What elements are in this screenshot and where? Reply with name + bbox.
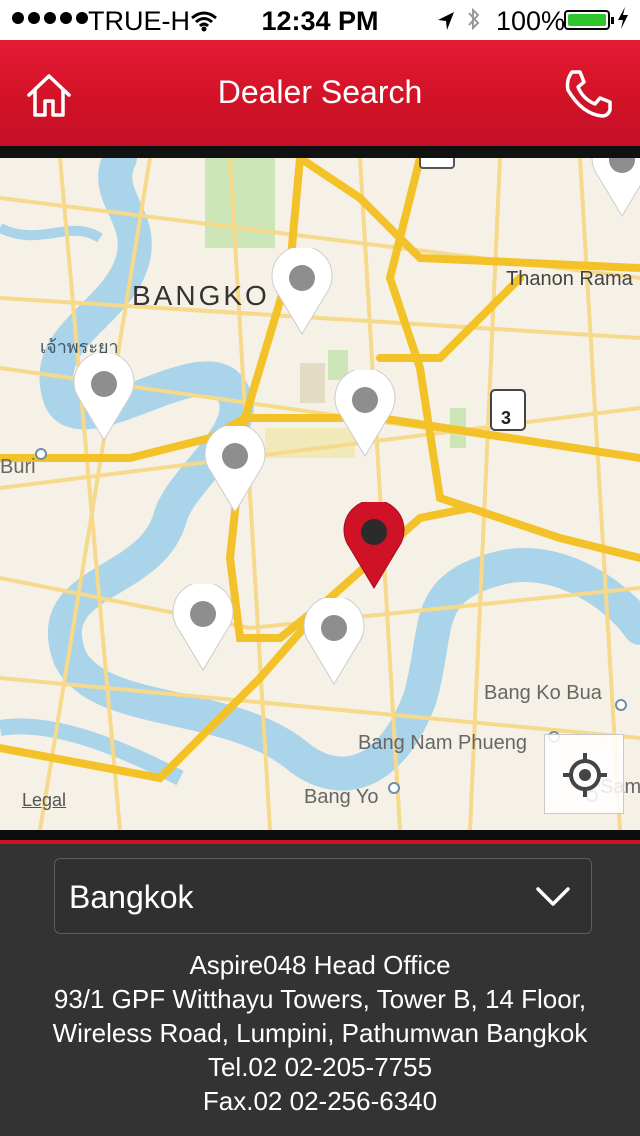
status-bar: TRUE-H 12:34 PM 100% bbox=[0, 0, 640, 40]
dealer-pin[interactable] bbox=[203, 423, 267, 516]
locate-me-button[interactable] bbox=[544, 734, 624, 814]
dealer-pin[interactable] bbox=[72, 351, 136, 444]
dealer-info: Aspire048 Head Office 93/1 GPF Witthayu … bbox=[0, 948, 640, 1118]
dealer-pin[interactable] bbox=[590, 158, 640, 220]
buri-label: Buri bbox=[0, 456, 36, 478]
dealer-fax: Fax.02 02-256-6340 bbox=[202, 1086, 438, 1116]
app-header: Dealer Search bbox=[0, 40, 640, 146]
dealer-tel[interactable]: Tel.02 02-205-7755 bbox=[0, 1050, 640, 1084]
bang-yo-label: Bang Yo bbox=[304, 786, 379, 808]
city-label: BANGKO bbox=[132, 280, 270, 311]
header-divider bbox=[0, 146, 640, 158]
bang-ko-bua-label: Bang Ko Bua bbox=[484, 682, 602, 704]
city-dropdown-value: Bangkok bbox=[69, 879, 194, 915]
route-number: 3 bbox=[501, 408, 512, 428]
location-arrow-icon bbox=[436, 8, 456, 39]
dealer-address-line-2: Wireless Road, Lumpini, Pathumwan Bangko… bbox=[52, 1018, 588, 1048]
phone-icon bbox=[565, 70, 612, 118]
dealer-pin[interactable] bbox=[333, 367, 397, 460]
bang-nam-phueng-label: Bang Nam Phueng bbox=[358, 732, 528, 754]
road-label-rama: Thanon Rama I bbox=[506, 268, 640, 290]
city-dropdown[interactable]: Bangkok bbox=[54, 858, 592, 934]
call-button[interactable] bbox=[562, 68, 614, 120]
selected-dealer-pin[interactable] bbox=[342, 499, 406, 592]
dealer-pin[interactable] bbox=[302, 595, 366, 688]
locate-icon bbox=[563, 753, 607, 797]
chevron-down-icon bbox=[536, 887, 570, 906]
bluetooth-icon bbox=[466, 6, 482, 39]
page-title: Dealer Search bbox=[217, 74, 423, 110]
battery-percent: 100% bbox=[496, 6, 566, 36]
charging-icon bbox=[616, 6, 630, 36]
dealer-address-line-1: 93/1 GPF Witthayu Towers, Tower B, 14 Fl… bbox=[53, 984, 587, 1014]
legal-link[interactable]: Legal bbox=[22, 790, 66, 811]
dealer-map[interactable]: BANGKO เจ้าพระยา Buri Thanon Rama I Bang… bbox=[0, 158, 640, 830]
dealer-name: Aspire048 Head Office bbox=[189, 950, 451, 980]
dealer-panel: Bangkok Aspire048 Head Office 93/1 GPF W… bbox=[0, 844, 640, 1136]
dealer-pin[interactable] bbox=[171, 581, 235, 674]
map-divider bbox=[0, 830, 640, 840]
battery-icon bbox=[564, 10, 614, 30]
dealer-pin[interactable] bbox=[270, 245, 334, 338]
